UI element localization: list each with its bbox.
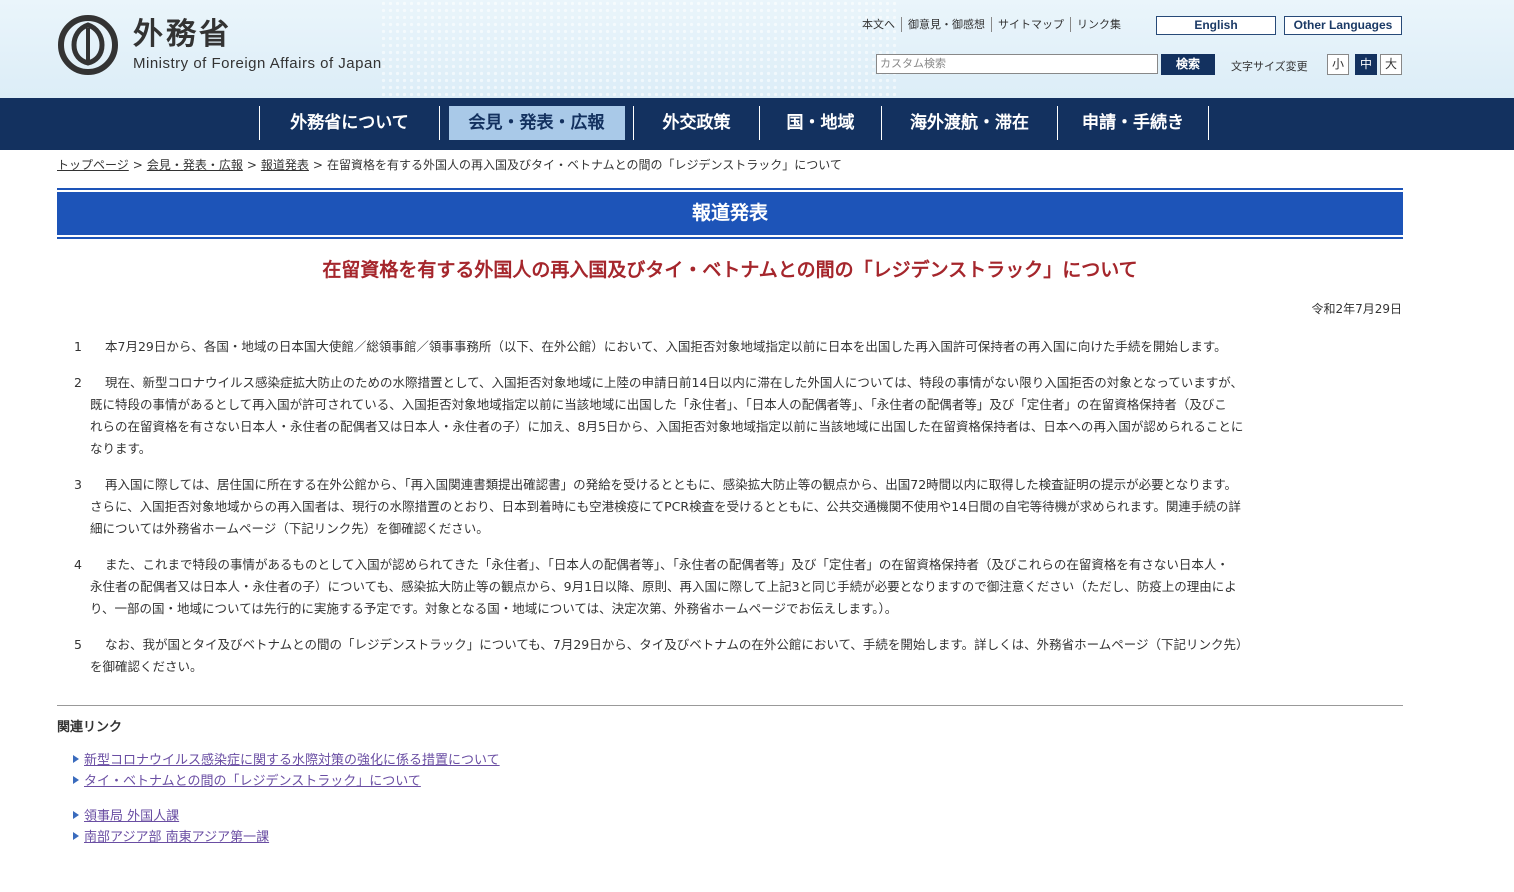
paragraph-number: 4 — [74, 557, 82, 572]
paragraph-line: なお、我が国とタイ及びベトナムとの間の「レジデンストラック」についても、7月29… — [105, 637, 1249, 652]
related-links-heading: 関連リンク — [57, 720, 123, 735]
nav-item-about[interactable]: 外務省について — [259, 106, 439, 140]
other-languages-button[interactable]: Other Languages — [1284, 16, 1402, 35]
related-link-text[interactable]: 領事局 外国人課 — [84, 805, 179, 824]
breadcrumb-link-press[interactable]: 会見・発表・広報 — [147, 158, 243, 172]
paragraph-5: 5 なお、我が国とタイ及びベトナムとの間の「レジデンストラック」についても、7月… — [74, 634, 1394, 678]
breadcrumb-separator: > — [246, 158, 257, 172]
paragraph-line: 本7月29日から、各国・地域の日本国大使館／総領事館／領事事務所（以下、在外公館… — [105, 339, 1227, 354]
paragraph-text: なお、我が国とタイ及びベトナムとの間の「レジデンストラック」についても、7月29… — [74, 634, 1394, 678]
article-body: 1 本7月29日から、各国・地域の日本国大使館／総領事館／領事事務所（以下、在外… — [74, 336, 1394, 692]
paragraph-line: さらに、入国拒否対象地域からの再入国者は、現行の水際措置のとおり、日本到着時にも… — [90, 499, 1241, 514]
paragraph-line: 既に特段の事情があるとして再入国が許可されている、入国拒否対象地域指定以前に当該… — [90, 397, 1227, 412]
nav-label: 外交政策 — [662, 113, 731, 133]
breadcrumb: トップページ > 会見・発表・広報 > 報道発表 > 在留資格を有する外国人の再入国及びタイ… — [57, 156, 842, 173]
paragraph-line: れらの在留資格を有さない日本人・永住者の配偶者又は日本人・永住者の子）に加え、8… — [90, 419, 1244, 434]
paragraph-line: また、これまで特段の事情があるものとして入国が認められてきた「永住者」、「日本人… — [105, 557, 1229, 572]
fontsize-medium-button[interactable]: 中 — [1355, 54, 1377, 75]
paragraph-line: 現在、新型コロナウイルス感染症拡大防止のための水際措置として、入国拒否対象地域に… — [105, 375, 1244, 390]
util-link-sitemap[interactable]: サイトマップ — [992, 17, 1071, 32]
arrow-right-icon — [73, 754, 79, 763]
related-link-text[interactable]: タイ・ベトナムとの間の「レジデンストラック」について — [84, 770, 421, 789]
release-date: 令和2年7月29日 — [1311, 302, 1402, 316]
paragraph-text: 現在、新型コロナウイルス感染症拡大防止のための水際措置として、入国拒否対象地域に… — [74, 372, 1394, 460]
section-banner-label: 報道発表 — [57, 192, 1403, 235]
logo-japanese: 外務省 — [133, 17, 232, 52]
nav-label: 会見・発表・広報 — [448, 106, 625, 140]
breadcrumb-separator: > — [132, 158, 143, 172]
related-link-item[interactable]: 新型コロナウイルス感染症に関する水際対策の強化に係る措置について — [73, 748, 500, 769]
nav-item-press[interactable]: 会見・発表・広報 — [439, 106, 633, 140]
global-nav: 外務省について 会見・発表・広報 外交政策 国・地域 海外渡航・滞在 申請・手続… — [0, 98, 1514, 150]
paragraph-line: なります。 — [90, 441, 152, 456]
nav-label: 国・地域 — [786, 113, 855, 133]
paragraph-number: 5 — [74, 637, 82, 652]
paragraph-text: 本7月29日から、各国・地域の日本国大使館／総領事館／領事事務所（以下、在外公館… — [74, 336, 1394, 358]
related-link-item[interactable]: タイ・ベトナムとの間の「レジデンストラック」について — [73, 769, 500, 790]
paragraph-line: 永住者の配偶者又は日本人・永住者の子）についても、感染拡大防止等の観点から、9月… — [90, 579, 1237, 594]
mofa-emblem-icon — [58, 15, 118, 75]
util-link-links[interactable]: リンク集 — [1071, 17, 1127, 32]
paragraph-line: 再入国に際しては、居住国に所在する在外公館から、「再入国関連書類提出確認書」の発… — [105, 477, 1238, 492]
nav-item-regions[interactable]: 国・地域 — [759, 106, 881, 140]
site-header: 外務省 Ministry of Foreign Affairs of Japan… — [0, 0, 1514, 98]
related-link-text[interactable]: 南部アジア部 南東アジア第一課 — [84, 826, 269, 845]
english-button[interactable]: English — [1156, 16, 1276, 35]
nav-label: 外務省について — [290, 113, 409, 133]
util-link-main[interactable]: 本文へ — [856, 17, 902, 32]
nav-item-procedures[interactable]: 申請・手続き — [1057, 106, 1209, 140]
related-links-group-2: 領事局 外国人課 南部アジア部 南東アジア第一課 — [73, 804, 269, 846]
paragraph-text: 再入国に際しては、居住国に所在する在外公館から、「再入国関連書類提出確認書」の発… — [74, 474, 1394, 540]
paragraph-number: 3 — [74, 477, 82, 492]
arrow-right-icon — [73, 810, 79, 819]
paragraph-3: 3 再入国に際しては、居住国に所在する在外公館から、「再入国関連書類提出確認書」… — [74, 474, 1394, 540]
nav-label: 海外渡航・滞在 — [910, 113, 1029, 133]
related-link-item[interactable]: 南部アジア部 南東アジア第一課 — [73, 825, 269, 846]
paragraph-text: また、これまで特段の事情があるものとして入国が認められてきた「永住者」、「日本人… — [74, 554, 1394, 620]
breadcrumb-current: 在留資格を有する外国人の再入国及びタイ・ベトナムとの間の「レジデンストラック」に… — [326, 158, 842, 172]
section-banner: 報道発表 — [57, 188, 1403, 239]
utility-links: 本文へ 御意見・御感想 サイトマップ リンク集 — [856, 17, 1127, 32]
paragraph-1: 1 本7月29日から、各国・地域の日本国大使館／総領事館／領事事務所（以下、在外… — [74, 336, 1394, 358]
world-map-decoration — [380, 0, 900, 98]
paragraph-line: を御確認ください。 — [90, 659, 203, 674]
arrow-right-icon — [73, 775, 79, 784]
nav-item-policy[interactable]: 外交政策 — [633, 106, 759, 140]
search-input[interactable]: カスタム検索 — [876, 54, 1158, 74]
nav-label: 申請・手続き — [1082, 113, 1184, 133]
paragraph-line: 細については外務省ホームページ（下記リンク先）を御確認ください。 — [90, 521, 489, 536]
related-link-text[interactable]: 新型コロナウイルス感染症に関する水際対策の強化に係る措置について — [84, 749, 500, 768]
paragraph-number: 2 — [74, 375, 82, 390]
page-title: 在留資格を有する外国人の再入国及びタイ・ベトナムとの間の「レジデンストラック」に… — [322, 259, 1138, 281]
paragraph-number: 1 — [74, 339, 82, 354]
related-links-group-1: 新型コロナウイルス感染症に関する水際対策の強化に係る措置について タイ・ベトナム… — [73, 748, 500, 790]
arrow-right-icon — [73, 831, 79, 840]
breadcrumb-link-releases[interactable]: 報道発表 — [261, 158, 309, 172]
paragraph-2: 2 現在、新型コロナウイルス感染症拡大防止のための水際措置として、入国拒否対象地… — [74, 372, 1394, 460]
divider — [57, 705, 1403, 706]
fontsize-label: 文字サイズ変更 — [1231, 60, 1308, 73]
breadcrumb-separator: > — [312, 158, 323, 172]
paragraph-line: り、一部の国・地域については先行的に実施する予定です。対象となる国・地域について… — [90, 601, 898, 616]
paragraph-4: 4 また、これまで特段の事情があるものとして入国が認められてきた「永住者」、「日… — [74, 554, 1394, 620]
search-button[interactable]: 検索 — [1161, 54, 1215, 75]
logo-english: Ministry of Foreign Affairs of Japan — [133, 55, 382, 72]
fontsize-small-button[interactable]: 小 — [1327, 54, 1349, 75]
util-link-feedback[interactable]: 御意見・御感想 — [902, 17, 992, 32]
fontsize-large-button[interactable]: 大 — [1380, 54, 1402, 75]
nav-item-travel[interactable]: 海外渡航・滞在 — [881, 106, 1057, 140]
breadcrumb-link-top[interactable]: トップページ — [57, 158, 129, 172]
site-logo[interactable]: 外務省 Ministry of Foreign Affairs of Japan — [57, 14, 382, 76]
related-link-item[interactable]: 領事局 外国人課 — [73, 804, 269, 825]
